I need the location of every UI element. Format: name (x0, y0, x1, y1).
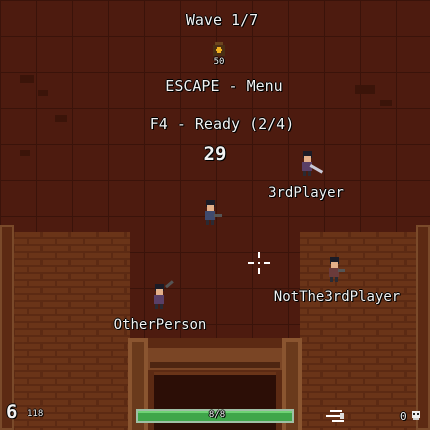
reserve-ammo: 118 (27, 409, 44, 419)
health-text: 8/8 (208, 410, 226, 420)
crosshair-icon (248, 252, 270, 274)
left-wall (0, 225, 130, 430)
player-sprite (302, 151, 324, 176)
coin-count: 50 (213, 57, 225, 67)
score-count: 0 (400, 410, 407, 423)
coin-bag-icon (213, 42, 225, 56)
player-name: 3rdPlayer (268, 185, 344, 201)
wave-counter: Wave 1/7 (185, 11, 259, 29)
menu-hint: ESCAPE - Menu (165, 77, 283, 95)
countdown-timer: 29 (203, 143, 227, 165)
player-name: OtherPerson (113, 317, 207, 333)
game-viewport[interactable]: Wave 1/7 50 ESCAPE - Menu F4 - Ready (2/… (0, 0, 430, 430)
right-wall (300, 225, 430, 430)
player-sprite (205, 200, 222, 225)
dash-icon (326, 410, 344, 422)
player-sprite (329, 257, 345, 282)
player-sprite (154, 280, 174, 309)
player-name: NotThe3rdPlayer (273, 289, 401, 305)
ready-status: F4 - Ready (2/4) (149, 115, 295, 133)
ammo-count: 6 (6, 401, 18, 423)
skull-icon (412, 411, 420, 420)
